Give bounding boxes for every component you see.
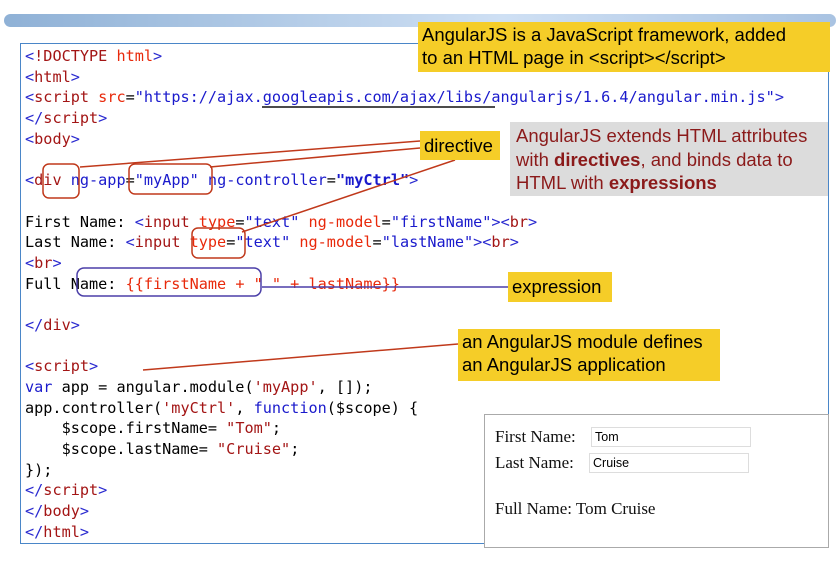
intro-callout: AngularJS is a JavaScript framework, add… [418,22,830,72]
ng-controller-highlight [128,163,213,195]
full-name-value: Tom Cruise [575,499,656,518]
directives-explanation: AngularJS extends HTML attributes with d… [510,122,828,196]
explanation-line-1: AngularJS extends HTML attributes [516,125,808,146]
text: with [516,148,555,170]
intro-line-1: AngularJS is a JavaScript framework, add… [422,24,787,45]
last-name-input[interactable] [589,453,749,473]
expression-highlight [76,267,262,297]
first-name-label: First Name: [495,427,576,446]
full-name-label: Full Name: [495,499,572,518]
directive-pointer-model [241,159,456,233]
ng-app-highlight [42,163,80,199]
directives-keyword: directives [554,148,641,170]
text: HTML with [516,172,609,193]
module-line-2: an AngularJS application [462,354,666,375]
explanation-line-2: with directives, and binds data to [516,148,822,172]
explanation-line-3: HTML with expressions [516,171,822,195]
expressions-keyword: expressions [608,172,717,193]
module-callout: an AngularJS module defines an AngularJS… [458,329,720,381]
directive-pointer-controller [209,147,421,168]
text: , and binds data to [640,148,793,170]
full-name-output: Full Name: Tom Cruise [495,499,655,519]
ng-model-highlight [191,227,246,259]
last-name-label: Last Name: [495,453,574,472]
rendered-output-panel: First Name: Last Name: Full Name: Tom Cr… [484,414,829,548]
directive-callout: directive [420,131,500,160]
first-name-input[interactable] [591,427,751,447]
intro-line-2: to an HTML page in <script></script> [422,47,726,68]
expression-callout: expression [508,272,612,302]
module-line-1: an AngularJS module defines [462,331,703,352]
module-pointer [142,343,459,371]
